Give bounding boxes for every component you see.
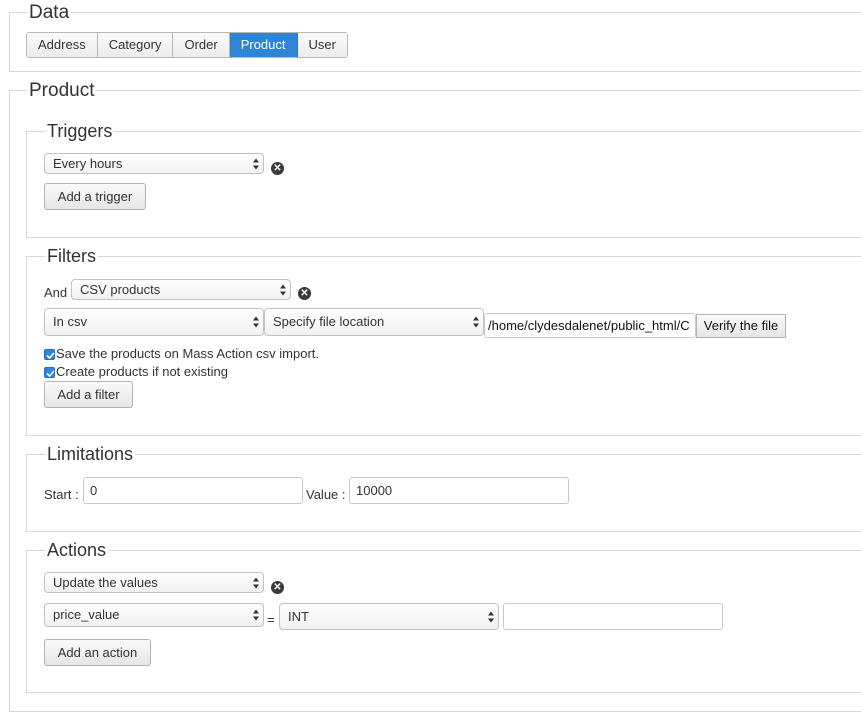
select-arrows-icon <box>253 609 259 621</box>
actions-legend: Actions <box>45 540 109 560</box>
data-tabs: Address Category Order Product User <box>26 32 348 58</box>
file-location-select-value: Specify file location <box>273 314 385 329</box>
select-arrows-icon <box>280 284 286 295</box>
create-products-label: Create products if not existing <box>56 364 228 379</box>
tab-user[interactable]: User <box>297 33 347 57</box>
in-csv-select-value: In csv <box>53 314 87 329</box>
tab-category[interactable]: Category <box>97 33 174 57</box>
add-trigger-button[interactable]: Add a trigger <box>44 183 146 210</box>
filter-type-select[interactable]: CSV products <box>71 279 291 300</box>
value-label: Value : <box>306 487 346 502</box>
and-label: And <box>44 285 68 300</box>
equals-label: = <box>267 612 275 627</box>
trigger-select[interactable]: Every hours <box>44 153 264 174</box>
value-type-select[interactable]: INT <box>279 603 499 630</box>
action-value-input[interactable] <box>503 603 723 630</box>
add-action-button[interactable]: Add an action <box>44 639 151 666</box>
select-arrows-icon <box>253 316 259 328</box>
product-legend: Product <box>27 80 97 101</box>
value-input[interactable]: 10000 <box>349 477 569 504</box>
create-products-checkbox[interactable] <box>44 367 55 378</box>
triggers-fieldset <box>26 131 861 238</box>
triggers-legend: Triggers <box>45 121 115 141</box>
value-type-select-value: INT <box>288 609 309 624</box>
verify-file-button[interactable]: Verify the file <box>696 314 786 338</box>
add-filter-button[interactable]: Add a filter <box>44 381 133 408</box>
field-select-value: price_value <box>53 607 120 622</box>
start-input[interactable]: 0 <box>83 477 303 504</box>
in-csv-select[interactable]: In csv <box>44 308 264 336</box>
tab-product[interactable]: Product <box>229 33 298 57</box>
tab-address[interactable]: Address <box>27 33 98 57</box>
remove-trigger-icon[interactable]: ✕ <box>271 162 284 175</box>
select-arrows-icon <box>253 158 259 169</box>
action-select[interactable]: Update the values <box>44 572 264 593</box>
filters-legend: Filters <box>45 246 98 266</box>
remove-action-icon[interactable]: ✕ <box>271 581 284 594</box>
check-icon <box>46 352 55 360</box>
start-label: Start : <box>44 487 79 502</box>
field-select[interactable]: price_value <box>44 603 264 627</box>
trigger-select-value: Every hours <box>53 156 123 171</box>
check-icon <box>46 370 55 378</box>
select-arrows-icon <box>253 577 259 588</box>
select-arrows-icon <box>488 611 494 622</box>
tab-order[interactable]: Order <box>173 33 230 57</box>
limitations-legend: Limitations <box>45 444 136 464</box>
remove-filter-icon[interactable]: ✕ <box>298 287 311 300</box>
select-arrows-icon <box>473 316 479 328</box>
file-path-input[interactable]: /home/clydesdalenet/public_html/C <box>484 313 696 338</box>
action-select-value: Update the values <box>53 575 158 590</box>
save-products-label: Save the products on Mass Action csv imp… <box>56 346 320 361</box>
file-location-select[interactable]: Specify file location <box>264 308 484 336</box>
filter-type-select-value: CSV products <box>80 282 161 297</box>
save-products-checkbox[interactable] <box>44 349 55 360</box>
data-legend: Data <box>27 2 72 23</box>
